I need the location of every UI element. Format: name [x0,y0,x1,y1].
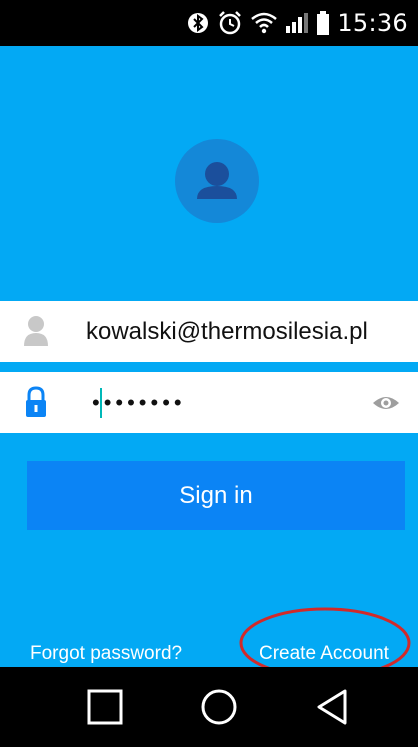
eye-icon[interactable] [372,389,400,417]
sign-in-button[interactable]: Sign in [27,461,405,530]
bluetooth-icon [188,13,209,33]
navigation-bar [0,667,418,747]
login-screen: kowalski@thermosilesia.pl •••••••• Sign … [0,46,418,667]
wifi-icon [251,12,278,34]
user-silhouette [197,162,237,199]
status-time: 15:36 [337,9,408,37]
lock-icon [26,386,46,417]
email-value: kowalski@thermosilesia.pl [86,318,368,345]
password-value: •••••••• [92,390,186,415]
home-icon[interactable] [197,685,241,729]
user-avatar-icon [175,139,259,223]
password-field[interactable]: •••••••• [0,372,418,433]
recents-icon[interactable] [83,685,127,729]
back-icon[interactable] [311,685,355,729]
email-field[interactable]: kowalski@thermosilesia.pl [0,301,418,362]
battery-icon [317,11,330,35]
status-icons: 15:36 [187,0,408,46]
signal-icon [286,13,309,33]
alarm-icon [219,11,242,35]
status-bar: 15:36 [0,0,418,46]
forgot-password-link[interactable]: Forgot password? [30,643,182,665]
user-icon [24,316,48,346]
